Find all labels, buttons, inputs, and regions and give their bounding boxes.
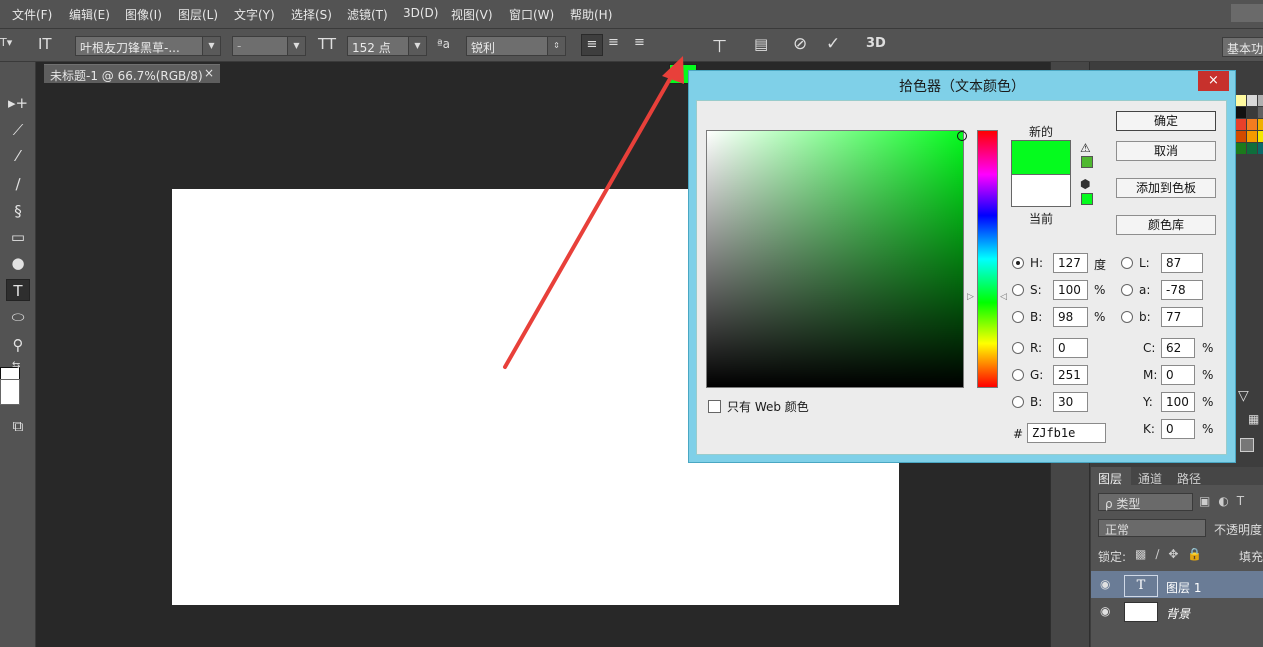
arrow-head bbox=[662, 56, 684, 84]
arrow-shaft bbox=[503, 68, 677, 369]
annotation-arrow bbox=[503, 56, 684, 369]
